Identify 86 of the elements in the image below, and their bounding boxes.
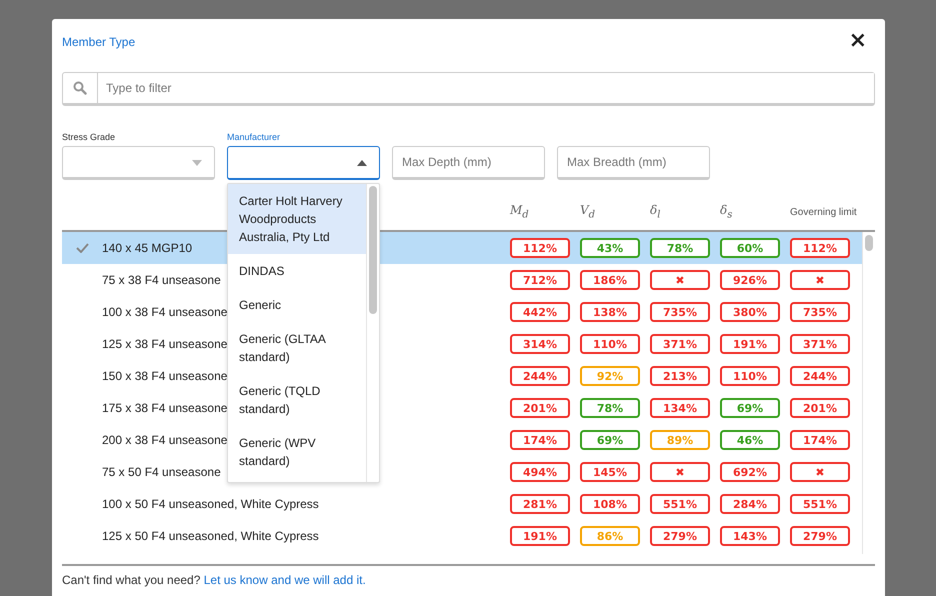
ratio-badge: 201% bbox=[790, 398, 850, 418]
member-name[interactable]: 125 x 38 F4 unseasone bbox=[102, 337, 228, 351]
dropdown-option[interactable]: Generic (TQLD standard) bbox=[228, 374, 366, 426]
ratio-badge: 551% bbox=[790, 494, 850, 514]
column-header: δ$_{s}$ bbox=[720, 204, 732, 222]
ratio-badge: 134% bbox=[650, 398, 710, 418]
ratio-badge: 213% bbox=[650, 366, 710, 386]
ratio-badge: 186% bbox=[580, 270, 640, 290]
ratio-badge: 46% bbox=[720, 430, 780, 450]
member-name[interactable]: 125 x 50 F4 unseasoned, White Cypress bbox=[102, 529, 319, 543]
ratio-badge: 191% bbox=[720, 334, 780, 354]
ratio-badge: ✖ bbox=[650, 270, 710, 290]
ratio-badge: 201% bbox=[510, 398, 570, 418]
ratio-badge: 69% bbox=[580, 430, 640, 450]
ratio-badge: 145% bbox=[580, 462, 640, 482]
ratio-badge: 174% bbox=[510, 430, 570, 450]
filter-field[interactable]: Type to filter bbox=[62, 72, 875, 106]
field-label: Stress Grade bbox=[62, 132, 116, 144]
ratio-badge: 281% bbox=[510, 494, 570, 514]
member-name[interactable]: 100 x 50 F4 unseasoned, White Cypress bbox=[102, 497, 319, 511]
ratio-badge: 735% bbox=[790, 302, 850, 322]
input-field[interactable]: Max Breadth (mm) bbox=[557, 146, 710, 180]
member-name[interactable]: 100 x 38 F4 unseasone bbox=[102, 305, 228, 319]
ratio-badge: 143% bbox=[720, 526, 780, 546]
ratio-badge: 244% bbox=[790, 366, 850, 386]
input-field[interactable]: Max Depth (mm) bbox=[392, 146, 545, 180]
member-name[interactable]: 140 x 45 MGP10 bbox=[102, 241, 192, 255]
ratio-badge: 110% bbox=[720, 366, 780, 386]
member-name[interactable]: 150 x 38 F4 unseasone bbox=[102, 369, 228, 383]
ratio-badge: 138% bbox=[580, 302, 640, 322]
footer-text: Can't find what you need? Let us know and we will add it. bbox=[62, 573, 366, 587]
ratio-badge: 494% bbox=[510, 462, 570, 482]
ratio-badge: 314% bbox=[510, 334, 570, 354]
member-name[interactable]: 175 x 38 F4 unseasone bbox=[102, 401, 228, 415]
ratio-badge: 191% bbox=[510, 526, 570, 546]
column-header: Governing limit bbox=[790, 207, 857, 219]
ratio-badge: 735% bbox=[650, 302, 710, 322]
ratio-badge: 371% bbox=[790, 334, 850, 354]
search-icon bbox=[73, 81, 87, 95]
field-label: Manufacturer bbox=[227, 132, 282, 144]
ratio-badge: 108% bbox=[580, 494, 640, 514]
dialog-title: Member Type bbox=[62, 34, 136, 49]
member-name[interactable]: 75 x 50 F4 unseasone bbox=[102, 465, 221, 479]
ratio-badge: 284% bbox=[720, 494, 780, 514]
column-header: δ$_{l}$ bbox=[650, 204, 660, 222]
ratio-badge: 110% bbox=[580, 334, 640, 354]
ratio-badge: 69% bbox=[720, 398, 780, 418]
ratio-badge: 78% bbox=[580, 398, 640, 418]
ratio-badge: ✖ bbox=[790, 462, 850, 482]
ratio-badge: 371% bbox=[650, 334, 710, 354]
feedback-link[interactable]: Let us know and we will add it. bbox=[204, 573, 366, 587]
ratio-badge: 112% bbox=[510, 238, 570, 258]
dropdown-option[interactable]: Generic (WPV standard) bbox=[228, 426, 366, 478]
ratio-badge: 712% bbox=[510, 270, 570, 290]
ratio-badge: 279% bbox=[650, 526, 710, 546]
ratio-badge: 86% bbox=[580, 526, 640, 546]
ratio-badge: 279% bbox=[790, 526, 850, 546]
column-header: V$_{d}$ bbox=[580, 204, 596, 222]
scrollbar-thumb[interactable] bbox=[865, 235, 873, 251]
ratio-badge: 89% bbox=[650, 430, 710, 450]
ratio-badge: 244% bbox=[510, 366, 570, 386]
check-icon bbox=[76, 243, 88, 253]
ratio-badge: 43% bbox=[580, 238, 640, 258]
caret-down-icon bbox=[192, 160, 202, 166]
dropdown-option[interactable]: Generic (GLTAA standard) bbox=[228, 322, 366, 374]
ratio-badge: 112% bbox=[790, 238, 850, 258]
ratio-badge: 551% bbox=[650, 494, 710, 514]
ratio-badge: 174% bbox=[790, 430, 850, 450]
scrollbar-thumb[interactable] bbox=[369, 186, 377, 314]
ratio-badge: 692% bbox=[720, 462, 780, 482]
dropdown-option[interactable]: Carter Holt Harvery Woodproducts Australia, Pty Ltd bbox=[228, 184, 366, 254]
ratio-badge: 78% bbox=[650, 238, 710, 258]
ratio-badge: 92% bbox=[580, 366, 640, 386]
caret-up-icon bbox=[357, 160, 367, 166]
ratio-badge: 926% bbox=[720, 270, 780, 290]
close-button[interactable]: × bbox=[848, 30, 875, 52]
ratio-badge: 60% bbox=[720, 238, 780, 258]
ratio-badge: 442% bbox=[510, 302, 570, 322]
ratio-badge: 380% bbox=[720, 302, 780, 322]
member-name[interactable]: 75 x 38 F4 unseasone bbox=[102, 273, 221, 287]
ratio-badge: ✖ bbox=[650, 462, 710, 482]
dropdown-option[interactable]: Generic bbox=[228, 288, 366, 322]
member-name[interactable]: 200 x 38 F4 unseasone bbox=[102, 433, 228, 447]
column-header: M$_{d}$ bbox=[510, 204, 529, 222]
ratio-badge: ✖ bbox=[790, 270, 850, 290]
dropdown-field[interactable] bbox=[227, 146, 380, 180]
